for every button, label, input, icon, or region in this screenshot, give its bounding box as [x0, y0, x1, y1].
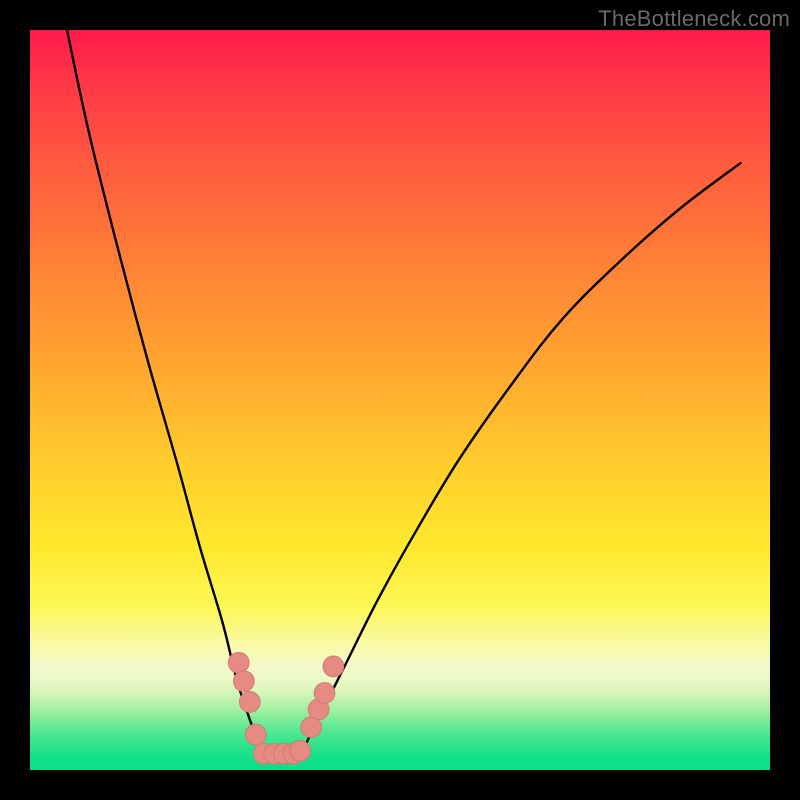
data-marker [245, 724, 266, 745]
watermark-text: TheBottleneck.com [598, 6, 790, 32]
chart-frame: TheBottleneck.com [0, 0, 800, 800]
data-marker [314, 683, 335, 704]
curve-layer [67, 30, 740, 756]
data-marker [228, 652, 249, 673]
data-marker [290, 740, 311, 761]
plot-area [30, 30, 770, 770]
chart-svg [30, 30, 770, 770]
bottleneck-curve [67, 30, 740, 756]
marker-layer [228, 652, 343, 764]
data-marker [239, 692, 260, 713]
data-marker [234, 671, 255, 692]
data-marker [323, 656, 344, 677]
